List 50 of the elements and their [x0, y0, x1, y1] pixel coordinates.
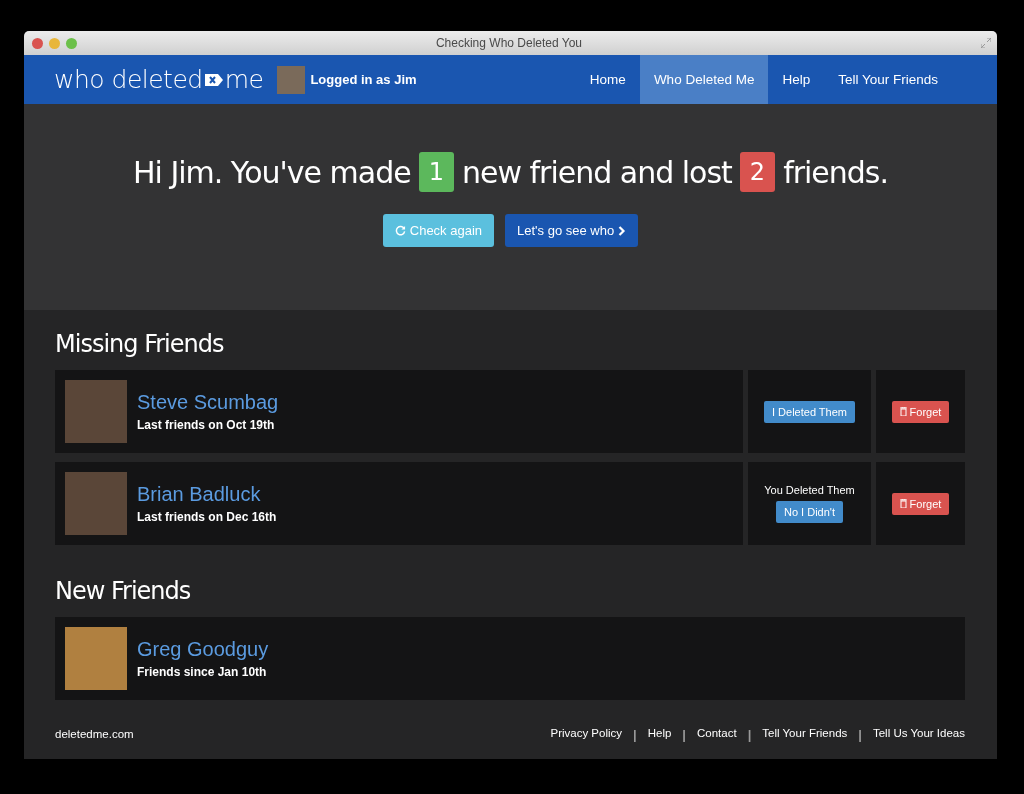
see-who-button[interactable]: Let's go see who [505, 214, 639, 247]
nav-link[interactable]: Who Deleted Me [639, 55, 769, 104]
tag-icon [204, 72, 223, 87]
logo-text: me [224, 65, 264, 94]
window-title: Checking Who Deleted You [435, 36, 584, 50]
friend-name-link[interactable]: Brian Badluck [137, 483, 277, 506]
friend-date: Friends since Jan 10th [137, 665, 268, 679]
separator: | [681, 726, 687, 742]
forget-button[interactable]: Forget [891, 492, 950, 515]
forget-button[interactable]: Forget [891, 400, 950, 423]
count-badge: 2 [739, 152, 776, 192]
photo-placeholder [65, 627, 127, 690]
chevron-right-icon [618, 225, 627, 236]
section-heading: Missing Friends [55, 330, 225, 358]
separator: | [746, 726, 753, 742]
friend-date: Last friends on Dec 16th [137, 510, 277, 524]
separator: | [857, 726, 863, 742]
friend-date: Last friends on Oct 19th [137, 418, 276, 432]
footer-link[interactable]: Privacy Policy [550, 726, 623, 742]
friend-name-link[interactable]: Steve Scumbag [137, 391, 279, 414]
fullscreen-icon[interactable] [981, 38, 991, 48]
footer-link[interactable]: Tell Us Your Ideas [872, 726, 965, 742]
footer-link[interactable]: Tell Your Friends [762, 726, 848, 742]
minimize-icon[interactable] [49, 37, 60, 49]
refresh-icon [394, 225, 406, 236]
close-icon[interactable] [32, 37, 43, 49]
login-status: Logged in as Jim [310, 72, 417, 87]
deleted-them-button[interactable]: I Deleted Them [764, 400, 855, 423]
zoom-icon[interactable] [66, 37, 77, 49]
undo-button[interactable]: No I Didn't [776, 501, 843, 523]
footer-link[interactable]: Help [647, 726, 672, 742]
status-text: You Deleted Them [764, 484, 855, 496]
trash-icon [899, 407, 907, 416]
photo-placeholder [65, 472, 127, 535]
headline-text: friends. [783, 154, 889, 190]
separator: | [632, 726, 638, 742]
footer-link[interactable]: Contact [697, 726, 737, 742]
friend-name-link[interactable]: Greg Goodguy [137, 638, 269, 661]
trash-icon [899, 499, 907, 508]
section-heading: New Friends [55, 577, 192, 605]
nav-link[interactable]: Tell Your Friends [824, 55, 952, 104]
site-name: deletedme.com [55, 728, 134, 740]
count-badge: 1 [418, 152, 454, 192]
avatar [277, 65, 306, 94]
photo-placeholder [65, 380, 127, 443]
nav-link[interactable]: Home [575, 55, 640, 104]
headline-text: Hi Jim. You've made [132, 154, 411, 190]
nav-link[interactable]: Help [768, 55, 825, 104]
logo-text: who deleted [54, 65, 203, 94]
headline-text: new friend and lost [461, 154, 732, 190]
